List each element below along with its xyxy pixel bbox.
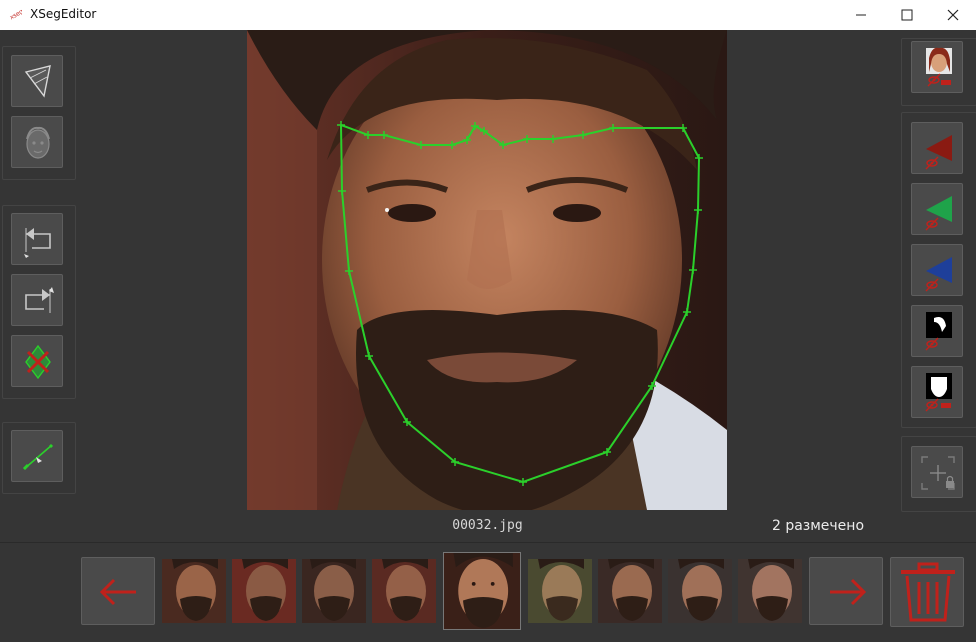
thumbnail-image bbox=[162, 559, 226, 623]
window-title: XSegEditor bbox=[30, 7, 97, 21]
edge-edit-button[interactable] bbox=[11, 430, 63, 482]
thumbnail-image bbox=[668, 559, 732, 623]
next-arrow-icon bbox=[830, 578, 867, 606]
thumbnail-1[interactable] bbox=[162, 559, 226, 623]
redo-point-icon bbox=[25, 287, 54, 313]
maximize-icon bbox=[901, 9, 913, 21]
prev-arrow-icon bbox=[99, 578, 136, 606]
thumbnail-6[interactable] bbox=[528, 559, 592, 623]
prev-image-button[interactable] bbox=[81, 557, 155, 625]
thumbnail-image bbox=[232, 559, 296, 623]
thumbnail-3[interactable] bbox=[302, 559, 366, 623]
redo-point-button[interactable] bbox=[11, 274, 63, 326]
blue-mask-icon bbox=[925, 257, 952, 292]
thumbnail-9[interactable] bbox=[738, 559, 802, 623]
edge-edit-icon bbox=[22, 443, 54, 471]
trash-icon bbox=[901, 562, 955, 622]
delete-image-button[interactable] bbox=[890, 557, 964, 627]
undo-point-icon bbox=[24, 228, 51, 258]
title-bar: xseg XSegEditor bbox=[0, 0, 976, 31]
add-lock-button[interactable] bbox=[911, 446, 963, 498]
undo-point-button[interactable] bbox=[11, 213, 63, 265]
white-face-mask-icon bbox=[925, 373, 952, 412]
thumbnail-image bbox=[598, 559, 662, 623]
maximize-button[interactable] bbox=[884, 0, 930, 30]
white-face-mask-button[interactable] bbox=[911, 366, 963, 418]
thumbnail-image bbox=[528, 559, 592, 623]
green-exclude-icon bbox=[925, 196, 952, 231]
face-mask-icon bbox=[26, 126, 50, 159]
face-photo bbox=[247, 30, 727, 510]
thumbnail-current[interactable] bbox=[443, 552, 521, 630]
green-exclude-view-button[interactable] bbox=[911, 183, 963, 235]
polygon-mode-icon bbox=[24, 65, 51, 98]
image-viewport[interactable] bbox=[247, 30, 727, 510]
thumbnail-2[interactable] bbox=[232, 559, 296, 623]
delete-polygon-icon bbox=[25, 344, 51, 380]
black-white-mask-button[interactable] bbox=[911, 305, 963, 357]
thumbnail-image bbox=[302, 559, 366, 623]
marked-count-label: 2 размечено bbox=[771, 518, 865, 534]
face-preview-icon bbox=[926, 47, 952, 87]
close-icon bbox=[947, 9, 959, 21]
polygon-mode-button[interactable] bbox=[11, 55, 63, 107]
minimize-icon bbox=[856, 14, 866, 16]
black-white-mask-icon bbox=[925, 312, 952, 351]
face-preview-button[interactable] bbox=[911, 41, 963, 93]
thumbnail-image bbox=[738, 559, 802, 623]
close-button[interactable] bbox=[930, 0, 976, 30]
red-include-icon bbox=[925, 135, 952, 170]
filmstrip-divider bbox=[0, 542, 976, 543]
face-mask-button[interactable] bbox=[11, 116, 63, 168]
next-image-button[interactable] bbox=[809, 557, 883, 625]
minimize-button[interactable] bbox=[838, 0, 884, 30]
thumbnail-image bbox=[444, 553, 520, 629]
delete-polygon-button[interactable] bbox=[11, 335, 63, 387]
editor-main: 00032.jpg 2 размечено bbox=[0, 30, 976, 642]
thumbnail-image bbox=[372, 559, 436, 623]
thumbnail-7[interactable] bbox=[598, 559, 662, 623]
app-icon: xseg bbox=[8, 7, 22, 21]
thumbnail-4[interactable] bbox=[372, 559, 436, 623]
blue-mask-view-button[interactable] bbox=[911, 244, 963, 296]
thumbnail-8[interactable] bbox=[668, 559, 732, 623]
red-include-view-button[interactable] bbox=[911, 122, 963, 174]
add-lock-icon bbox=[921, 456, 955, 490]
current-filename: 00032.jpg bbox=[452, 518, 523, 533]
